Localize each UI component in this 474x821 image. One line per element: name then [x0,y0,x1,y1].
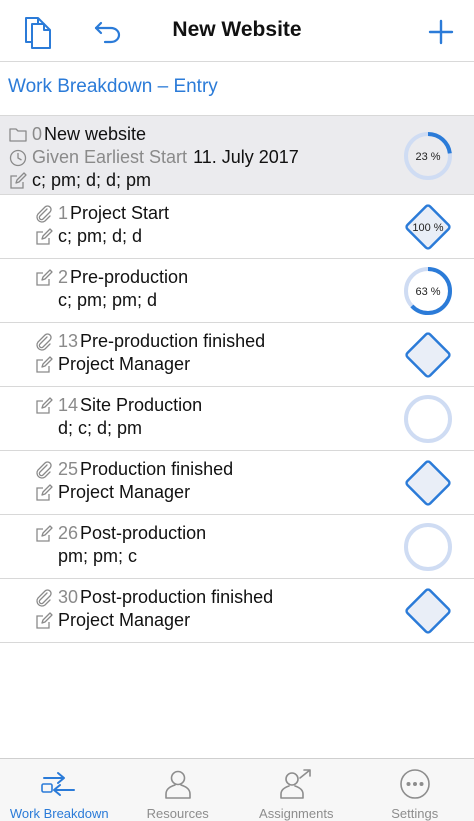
copy-document-button[interactable] [18,12,58,52]
resources-text: pm; pm; c [58,546,138,566]
milestone-diamond [405,460,451,506]
milestone-diamond: 100 % [405,204,451,250]
tab-bar: Work Breakdown Resources Assignments Set… [0,758,474,821]
task-name: New website [44,124,147,144]
task-name: Post-production [80,523,207,543]
tab-work-breakdown[interactable]: Work Breakdown [0,759,119,821]
plus-icon [428,19,454,45]
undo-icon [94,21,121,44]
constraint-label: Given Earliest Start [32,147,188,167]
progress-label: 100 % [412,222,443,234]
progress-label: 63 % [415,286,440,298]
add-button[interactable] [421,12,461,52]
task-row-25[interactable]: 25 Production finished Project Manager [0,451,474,515]
pencil-icon [34,524,54,544]
resources-text: Project Manager [58,482,191,502]
page-title: New Website [172,18,302,41]
breadcrumb[interactable]: Work Breakdown – Entry [8,76,218,98]
task-row-1[interactable]: 1 Project Start c; pm; d; d 100 % [0,195,474,259]
root-project-row[interactable]: 0 New website Given Earliest Start 11. J… [0,115,474,195]
task-number: 14 [58,395,79,415]
pencil-icon [8,171,28,191]
undo-button[interactable] [88,12,128,52]
task-number: 25 [58,459,79,479]
resources-text: c; pm; pm; d [58,290,158,310]
tab-resources[interactable]: Resources [119,759,238,821]
tab-label: Assignments [259,806,334,821]
task-number: 2 [58,267,69,287]
task-name: Pre-production [70,267,189,287]
task-number: 13 [58,331,79,351]
task-row-13[interactable]: 13 Pre-production finished Project Manag… [0,323,474,387]
task-name: Project Start [70,203,170,223]
task-number: 30 [58,587,79,607]
milestone-diamond [405,332,451,378]
tab-settings[interactable]: Settings [356,759,474,821]
progress-ring: 63 % [404,267,452,315]
pencil-icon [34,483,54,503]
person-icon [159,766,197,802]
tab-label: Work Breakdown [9,806,109,821]
paperclip-icon [34,460,54,480]
progress-ring [404,395,452,443]
resources-text: d; c; d; pm [58,418,143,438]
tab-label: Resources [146,806,209,821]
resources-text: Project Manager [58,354,191,374]
task-name: Site Production [80,395,203,415]
more-icon [396,766,434,802]
assignments-icon [277,766,315,802]
pencil-icon [34,396,54,416]
tab-assignments[interactable]: Assignments [237,759,356,821]
task-number: 0 [32,124,43,144]
pencil-icon [34,268,54,288]
pencil-icon [34,611,54,631]
resources-text: c; pm; d; d [58,226,143,246]
constraint-date: 11. July 2017 [193,147,299,167]
work-breakdown-icon [40,766,78,802]
resources-text: c; pm; d; d; pm [32,170,152,190]
task-row-14[interactable]: 14 Site Production d; c; d; pm [0,387,474,451]
task-number: 1 [58,203,69,223]
task-name: Post-production finished [80,587,274,607]
tab-label: Settings [391,806,439,821]
paperclip-icon [34,204,54,224]
paperclip-icon [34,332,54,352]
milestone-diamond [405,588,451,634]
pencil-icon [34,355,54,375]
task-number: 26 [58,523,79,543]
navigation-bar: New Website [0,0,474,62]
pencil-icon [34,227,54,247]
resources-text: Project Manager [58,610,191,630]
task-name: Pre-production finished [80,331,266,351]
folder-icon [8,125,28,145]
progress-label: 23 % [415,151,440,163]
task-row-30[interactable]: 30 Post-production finished Project Mana… [0,579,474,643]
progress-ring [404,523,452,571]
task-name: Production finished [80,459,234,479]
progress-ring: 23 % [404,132,452,180]
copy-document-icon [25,17,51,49]
task-row-26[interactable]: 26 Post-production pm; pm; c [0,515,474,579]
clock-icon [8,148,28,168]
task-list: 0 New website Given Earliest Start 11. J… [0,115,474,643]
task-row-2[interactable]: 2 Pre-production c; pm; pm; d 63 % [0,259,474,323]
paperclip-icon [34,588,54,608]
